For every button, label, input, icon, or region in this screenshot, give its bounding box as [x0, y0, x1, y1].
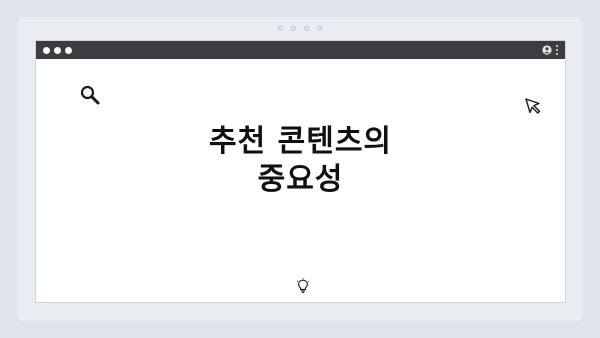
titlebar-actions — [542, 45, 559, 55]
kebab-menu-icon[interactable] — [556, 45, 559, 55]
pager-dot[interactable] — [304, 26, 309, 31]
pager-dot[interactable] — [278, 26, 283, 31]
window-content: 추천 콘텐츠의 중요성 — [36, 59, 565, 304]
slide-frame: 추천 콘텐츠의 중요성 — [17, 17, 583, 321]
pager-dots — [17, 26, 583, 31]
minimize-window-button[interactable] — [54, 46, 61, 54]
pager-dot[interactable] — [317, 26, 322, 31]
window-titlebar — [36, 41, 565, 59]
window-controls — [43, 46, 72, 54]
browser-window: 추천 콘텐츠의 중요성 — [35, 40, 566, 303]
pager-dot[interactable] — [291, 26, 296, 31]
lightbulb-icon — [296, 278, 310, 293]
page-title-line-1: 추천 콘텐츠의 — [208, 124, 393, 159]
page-title-line-2: 중요성 — [257, 162, 344, 197]
cursor-arrow-icon — [525, 98, 541, 114]
page-title: 추천 콘텐츠의 중요성 — [36, 123, 565, 199]
search-icon — [80, 85, 100, 105]
maximize-window-button[interactable] — [65, 46, 72, 54]
user-avatar-icon[interactable] — [542, 45, 552, 55]
close-window-button[interactable] — [43, 46, 50, 54]
